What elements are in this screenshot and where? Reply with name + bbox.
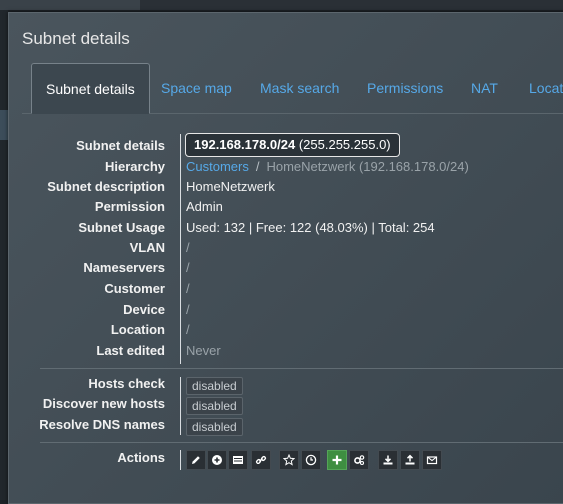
plus-circle-icon [212,455,222,465]
discover-label: Discover new hosts [42,396,165,411]
subnet-address-box: 192.168.178.0/24 (255.255.255.0) [185,133,400,157]
tab-subnet-details[interactable]: Subnet details [31,63,150,114]
row-permission: Permission Admin [0,199,563,219]
export-button[interactable] [378,450,398,470]
tab-nat[interactable]: NAT [471,63,498,113]
clock-icon [305,454,317,466]
row-nameservers: Nameservers / [0,260,563,280]
tab-locations[interactable]: Locati [529,63,563,113]
row-discover: Discover new hosts [0,396,563,416]
list-icon [233,456,243,464]
row-device: Device / [0,302,563,322]
top-bar [0,0,563,10]
section-divider [40,368,563,369]
plus-icon [332,455,342,465]
row-location: Location / [0,322,563,342]
hosts-check-label: Hosts check [88,376,165,391]
cogs-icon [354,455,365,466]
discover-badge: disabled [186,397,243,415]
subnet-cidr: 192.168.178.0/24 [194,137,296,152]
tab-bar: Subnet details Space map Mask search Per… [22,63,563,114]
device-label: Device [123,302,165,317]
hierarchy-leaf: HomeNetzwerk (192.168.178.0/24) [266,159,469,174]
add-subnet-button[interactable] [207,450,227,470]
tab-space-map[interactable]: Space map [161,63,232,113]
usage-value: Used: 132 | Free: 122 (48.03%) | Total: … [186,220,435,235]
customer-value: / [186,281,190,296]
tab-permissions[interactable]: Permissions [367,63,443,113]
edit-button[interactable] [186,450,206,470]
location-label: Location [110,322,165,337]
row-usage: Subnet Usage Used: 132 | Free: 122 (48.0… [0,220,563,240]
description-value: HomeNetzwerk [186,179,275,194]
row-last-edited: Last edited Never [0,343,563,363]
upload-icon [405,454,415,465]
customer-label: Customer [104,281,165,296]
nameservers-value: / [186,260,190,275]
subnet-label: Subnet details [76,138,165,153]
import-button[interactable] [400,450,420,470]
actions-label: Actions [117,450,165,465]
row-resolve-dns: Resolve DNS names [0,417,563,437]
location-value: / [186,322,190,337]
favourite-button[interactable] [279,450,299,470]
row-hosts-check: Hosts check [0,376,563,396]
resolve-dns-badge: disabled [186,418,243,436]
tab-mask-search[interactable]: Mask search [260,63,339,113]
settings-button[interactable] [349,450,369,470]
hierarchy-breadcrumb: Customers / HomeNetzwerk (192.168.178.0/24… [186,159,469,174]
download-icon [383,455,393,465]
row-hierarchy: Hierarchy Customers / HomeNetzwerk (192.16… [0,159,563,179]
hierarchy-separator: / [255,159,260,174]
star-icon [283,454,295,466]
hosts-check-badge: disabled [186,377,243,395]
sidebar-active-marker [0,110,8,140]
envelope-icon [426,456,438,465]
last-edited-value: Never [186,343,221,358]
list-button[interactable] [228,450,248,470]
vlan-label: VLAN [129,240,165,255]
device-value: / [186,302,190,317]
row-description: Subnet description HomeNetzwerk [0,179,563,199]
panel-title: Subnet details [22,29,130,48]
email-button[interactable] [422,450,442,470]
row-customer: Customer / [0,281,563,301]
add-address-button[interactable] [327,450,347,470]
pencil-icon [192,456,200,464]
link-button[interactable] [251,450,271,470]
resolve-dns-label: Resolve DNS names [39,417,165,432]
history-button[interactable] [301,450,321,470]
nameservers-label: Nameservers [83,260,165,275]
permission-label: Permission [94,199,165,214]
hierarchy-label: Hierarchy [105,159,165,174]
description-label: Subnet description [47,179,165,194]
vlan-value: / [186,240,190,255]
actions-divider-line [40,442,563,443]
top-bar-segment [0,0,140,10]
subnet-mask: (255.255.255.0) [298,137,391,152]
hierarchy-root-link[interactable]: Customers [186,159,249,174]
permission-value: Admin [186,199,223,214]
row-vlan: VLAN / [0,240,563,260]
last-edited-label: Last edited [96,343,165,358]
usage-label: Subnet Usage [78,220,165,235]
link-icon [255,455,267,465]
